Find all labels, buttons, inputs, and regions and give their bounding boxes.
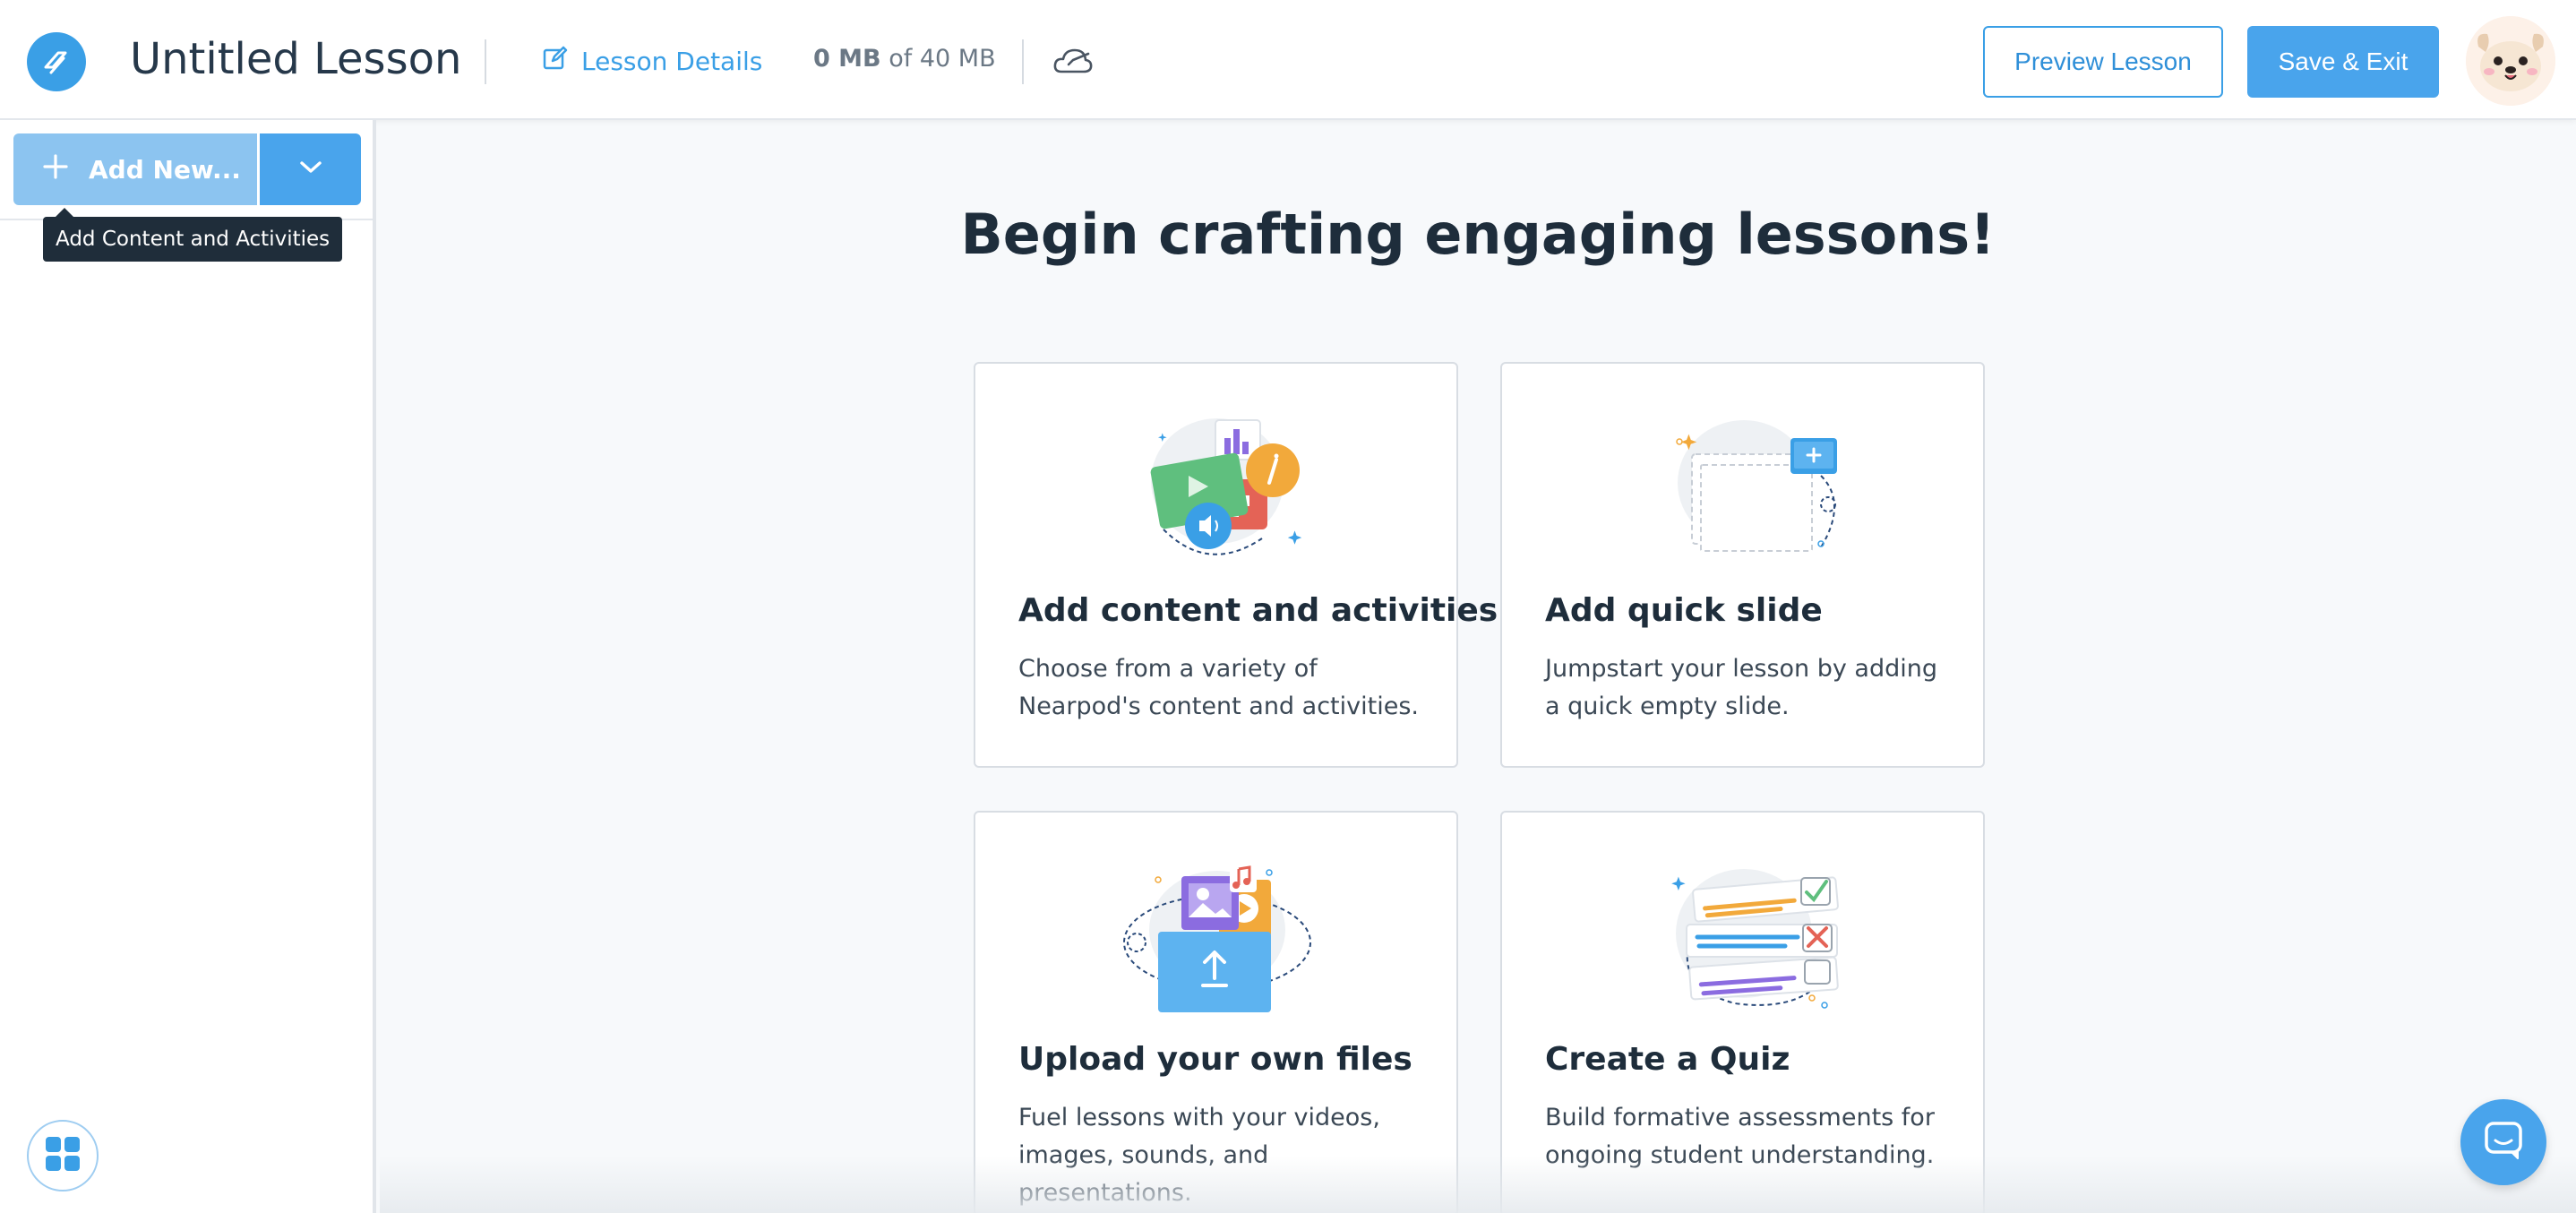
- edit-icon: [542, 45, 569, 78]
- apps-grid-icon: [44, 1135, 82, 1176]
- chat-icon: [2482, 1119, 2525, 1166]
- quiz-illustration: [1636, 853, 1851, 1014]
- lesson-title[interactable]: Untitled Lesson: [130, 34, 461, 84]
- storage-used: 0 MB: [813, 45, 881, 73]
- lesson-details-label: Lesson Details: [581, 46, 763, 76]
- apps-grid-button[interactable]: [27, 1120, 99, 1191]
- add-new-dropdown-button[interactable]: [260, 133, 361, 205]
- card-title: Create a Quiz: [1545, 1041, 1790, 1078]
- card-title: Add quick slide: [1545, 592, 1823, 629]
- quick-slide-illustration: [1636, 404, 1851, 565]
- create-quiz-card[interactable]: Create a Quiz Build formative assessment…: [1500, 811, 1985, 1213]
- storage-total: of 40 MB: [880, 45, 996, 73]
- add-content-tooltip: Add Content and Activities: [43, 208, 343, 262]
- lesson-details-link[interactable]: Lesson Details: [542, 43, 762, 79]
- nearpod-logo-icon[interactable]: [27, 32, 86, 91]
- header-divider: [1022, 39, 1024, 84]
- header-divider: [485, 39, 486, 84]
- card-title: Upload your own files: [1018, 1041, 1413, 1078]
- upload-files-illustration: [1110, 853, 1325, 1014]
- add-new-label: Add New...: [89, 154, 241, 185]
- card-description: Choose from a variety of Nearpod's conte…: [1018, 655, 1419, 720]
- plus-icon: [42, 153, 69, 186]
- chat-button[interactable]: [2460, 1099, 2546, 1185]
- add-new-button[interactable]: Add New...: [13, 133, 257, 205]
- card-description: Jumpstart your lesson by adding a quick …: [1545, 655, 1938, 720]
- cloud-icon: [1052, 45, 1094, 75]
- content-activities-illustration: [1110, 404, 1325, 565]
- upload-files-card[interactable]: Upload your own files Fuel lessons with …: [974, 811, 1458, 1213]
- preview-lesson-button[interactable]: Preview Lesson: [1983, 26, 2223, 98]
- avatar[interactable]: [2466, 16, 2555, 106]
- card-title: Add content and activities: [1018, 592, 1498, 629]
- chevron-down-icon: [299, 160, 322, 178]
- add-quick-slide-card[interactable]: Add quick slide Jumpstart your lesson by…: [1500, 362, 1985, 768]
- add-content-card[interactable]: Add content and activities Choose from a…: [974, 362, 1498, 768]
- scroll-fade: [380, 1156, 2576, 1213]
- page-heading: Begin crafting engaging lessons!: [960, 202, 1996, 267]
- save-exit-button[interactable]: Save & Exit: [2247, 26, 2439, 98]
- slide-sidebar: Add New... Add Content and Activities: [0, 120, 376, 1213]
- top-bar: Untitled Lesson Lesson Details 0 MB of 4…: [0, 0, 2576, 120]
- storage-indicator: 0 MB of 40 MB: [813, 45, 996, 73]
